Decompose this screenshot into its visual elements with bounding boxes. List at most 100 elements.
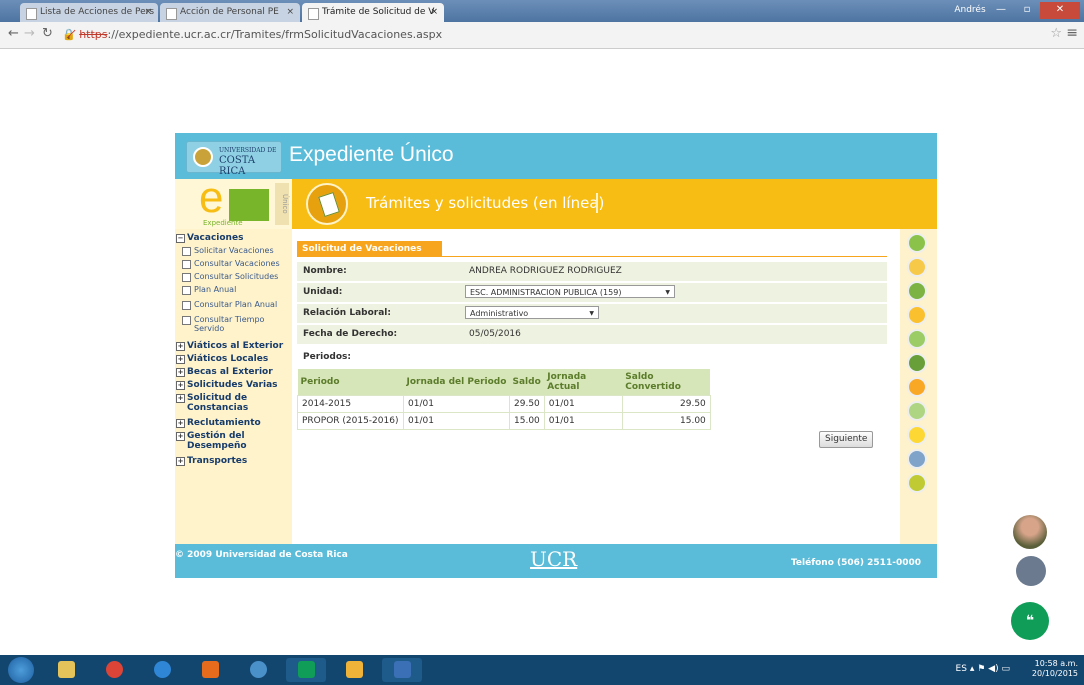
sidebar-item-gestion-desempeno[interactable]: + Gestión del Desempeño bbox=[175, 431, 247, 451]
form-divider bbox=[297, 256, 887, 257]
maximize-button[interactable]: ▫ bbox=[1014, 2, 1040, 19]
sidebar-subitem-consultar-solicitudes[interactable]: Consultar Solicitudes bbox=[182, 272, 279, 282]
expand-icon[interactable]: + bbox=[176, 342, 185, 351]
volume-icon[interactable]: ◀) bbox=[988, 664, 998, 674]
ucr-footer-logo[interactable]: UCR bbox=[530, 547, 577, 571]
cell: 2014-2015 bbox=[297, 395, 404, 413]
ucr-logo[interactable]: UNIVERSIDAD DE COSTA RICA bbox=[186, 141, 282, 177]
car-icon[interactable] bbox=[907, 377, 927, 397]
sidebar-item-label: Transportes bbox=[187, 456, 248, 466]
internet-explorer-icon bbox=[154, 661, 171, 678]
row-fecha: Fecha de Derecho: 05/05/2016 bbox=[297, 325, 887, 344]
start-button[interactable] bbox=[8, 657, 34, 683]
sidebar-subitem-solicitar-vacaciones[interactable]: Solicitar Vacaciones bbox=[182, 246, 274, 256]
cell: 01/01 bbox=[403, 395, 510, 413]
app-taskbar-button[interactable] bbox=[238, 658, 278, 682]
ucr-seal-icon bbox=[193, 147, 213, 167]
sidebar-subitem-consultar-vacaciones[interactable]: Consultar Vacaciones bbox=[182, 259, 280, 269]
word-taskbar-button[interactable] bbox=[382, 658, 422, 682]
sidebar-item-becas-exterior[interactable]: + Becas al Exterior bbox=[175, 367, 273, 377]
url-input[interactable]: 🔒̸ https://expediente.ucr.ac.cr/Tramites… bbox=[62, 25, 1042, 44]
sidebar-item-solicitud-constancias[interactable]: + Solicitud de Constancias bbox=[175, 393, 250, 413]
cell: 01/01 bbox=[403, 412, 510, 430]
tray-arrow-icon[interactable]: ▴ bbox=[970, 664, 975, 674]
info-icon[interactable] bbox=[907, 473, 927, 493]
flag-icon[interactable] bbox=[907, 353, 927, 373]
flag-icon[interactable]: ⚑ bbox=[977, 664, 985, 674]
network-icon[interactable]: ▭ bbox=[1001, 664, 1010, 674]
bookmark-star-icon[interactable]: ☆ bbox=[1050, 26, 1062, 41]
expand-icon[interactable]: + bbox=[176, 457, 185, 466]
col-saldo-convertido: Saldo Convertido bbox=[622, 369, 711, 396]
browser-tab-3[interactable]: Trámite de Solicitud de V × bbox=[302, 3, 444, 22]
expand-icon[interactable]: + bbox=[176, 355, 185, 364]
sidebar-subitem-label: Consultar Solicitudes bbox=[194, 272, 279, 281]
close-icon[interactable]: × bbox=[144, 3, 152, 22]
cell: 01/01 bbox=[543, 412, 623, 430]
sidebar-item-solicitudes-varias[interactable]: + Solicitudes Varias bbox=[175, 380, 278, 390]
expand-icon[interactable]: + bbox=[176, 394, 185, 403]
ie-taskbar-button[interactable] bbox=[142, 658, 182, 682]
eu-logo-e: e bbox=[199, 173, 224, 222]
unidad-select[interactable]: ESC. ADMINISTRACION PUBLICA (159) ▼ bbox=[465, 285, 675, 298]
world-icon[interactable] bbox=[907, 449, 927, 469]
sidebar-item-transportes[interactable]: + Transportes bbox=[175, 456, 247, 466]
close-icon[interactable]: × bbox=[430, 3, 438, 22]
money-icon[interactable] bbox=[907, 329, 927, 349]
expand-icon[interactable]: + bbox=[176, 381, 185, 390]
sidebar: − Vacaciones Solicitar Vacaciones Consul… bbox=[175, 229, 292, 544]
document-icon[interactable] bbox=[907, 425, 927, 445]
sidebar-item-vacaciones[interactable]: − Vacaciones bbox=[175, 233, 243, 243]
people-icon[interactable] bbox=[907, 257, 927, 277]
expand-icon[interactable]: + bbox=[176, 419, 185, 428]
hangouts-taskbar-button[interactable] bbox=[286, 658, 326, 682]
close-window-button[interactable]: ✕ bbox=[1040, 2, 1080, 19]
back-icon[interactable]: ← bbox=[8, 26, 19, 41]
chrome-taskbar-button[interactable] bbox=[94, 658, 134, 682]
group-chat-avatar[interactable] bbox=[1016, 556, 1046, 586]
close-icon[interactable]: × bbox=[286, 3, 294, 22]
globe-icon[interactable] bbox=[907, 281, 927, 301]
sidebar-subitem-plan-anual[interactable]: Plan Anual bbox=[182, 285, 236, 295]
sidebar-item-viaticos-locales[interactable]: + Viáticos Locales bbox=[175, 354, 268, 364]
sidebar-item-label: Vacaciones bbox=[187, 233, 244, 243]
collapse-icon[interactable]: − bbox=[176, 234, 185, 243]
sidebar-subitem-consultar-plan-anual[interactable]: Consultar Plan Anual bbox=[182, 300, 277, 310]
periodos-label: Periodos: bbox=[303, 352, 351, 362]
site-title: Expediente Único bbox=[289, 143, 454, 166]
row-relacion: Relación Laboral: Administrativo ▼ bbox=[297, 304, 887, 323]
browser-tab-2[interactable]: Acción de Personal PE × bbox=[160, 3, 300, 22]
address-bar: ← → ↻ 🔒̸ https://expediente.ucr.ac.cr/Tr… bbox=[0, 22, 1084, 49]
person-icon[interactable] bbox=[907, 305, 927, 325]
language-indicator[interactable]: ES bbox=[956, 664, 967, 674]
section-band: e Expediente Único Trámites y solicitude… bbox=[175, 173, 937, 229]
system-tray: ES ▴ ⚑ ◀) ▭ bbox=[956, 664, 1010, 674]
page-icon bbox=[308, 8, 319, 20]
media-taskbar-button[interactable] bbox=[190, 658, 230, 682]
siguiente-button[interactable]: Siguiente bbox=[819, 431, 874, 448]
chat-avatar[interactable] bbox=[1013, 515, 1047, 549]
menu-icon[interactable]: ≡ bbox=[1066, 25, 1078, 41]
fecha-label: Fecha de Derecho: bbox=[303, 329, 398, 339]
sidebar-item-reclutamiento[interactable]: + Reclutamiento bbox=[175, 418, 261, 428]
clock[interactable]: 10:58 a.m. 20/10/2015 bbox=[1032, 659, 1078, 679]
minimize-button[interactable]: — bbox=[988, 2, 1014, 19]
insecure-lock-icon: 🔒̸ bbox=[62, 28, 76, 41]
photos-taskbar-button[interactable] bbox=[334, 658, 374, 682]
periodos-table: Periodo Jornada del Periodo Saldo Jornad… bbox=[297, 369, 711, 430]
expand-icon[interactable]: + bbox=[176, 432, 185, 441]
browser-tab-1[interactable]: Lista de Acciones de Pers × bbox=[20, 3, 158, 22]
relacion-select[interactable]: Administrativo ▼ bbox=[465, 306, 599, 319]
row-nombre: Nombre: ANDREA RODRIGUEZ RODRIGUEZ bbox=[297, 262, 887, 281]
explorer-taskbar-button[interactable] bbox=[46, 658, 86, 682]
sidebar-subitem-consultar-tiempo-servido[interactable]: Consultar Tiempo Servido bbox=[182, 315, 290, 333]
reload-icon[interactable]: ↻ bbox=[42, 26, 53, 41]
profile-button[interactable]: Andrés bbox=[952, 2, 988, 19]
table-header-row: Periodo Jornada del Periodo Saldo Jornad… bbox=[297, 369, 711, 396]
arrow-up-icon[interactable] bbox=[907, 233, 927, 253]
hangouts-icon[interactable]: ❝ bbox=[1011, 602, 1049, 640]
link-icon[interactable] bbox=[907, 401, 927, 421]
forward-icon[interactable]: → bbox=[24, 26, 35, 41]
expand-icon[interactable]: + bbox=[176, 368, 185, 377]
sidebar-item-viaticos-exterior[interactable]: + Viáticos al Exterior bbox=[175, 341, 283, 351]
